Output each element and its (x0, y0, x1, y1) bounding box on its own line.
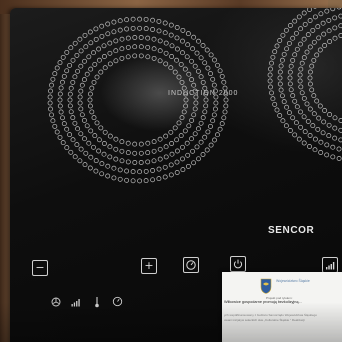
timer-indicator-icon (112, 296, 123, 310)
leaflet-text-line-1: ych współfinansowany z budżetu Samorządu… (224, 313, 317, 317)
temperature-indicator-icon (93, 296, 101, 311)
timer-icon (186, 260, 196, 270)
fan-indicator-icon (51, 297, 61, 310)
coat-of-arms-icon (260, 278, 272, 294)
plus-button[interactable]: + (141, 258, 157, 274)
leaflet-heading: Wiłkowice gospodarne promują bezkolizyjn… (224, 300, 302, 304)
promotional-leaflet: Województwo Śląskie Projekt pod tytułem:… (222, 272, 342, 342)
leaflet-text-line-2: owani inicjatyw sołeckich skie „Kultural… (224, 318, 305, 322)
region-caption: Województwo Śląskie (276, 279, 310, 283)
power-level-button[interactable] (322, 257, 338, 273)
power-level-indicator-icon (71, 297, 81, 310)
power-button[interactable] (230, 256, 246, 272)
model-label: INDUCTION 2000 (168, 90, 239, 97)
right-cooking-zone-rings (267, 8, 342, 161)
main-cooking-zone-rings (47, 16, 229, 184)
brand-logo: SENCOR (268, 225, 315, 236)
power-icon (233, 259, 243, 269)
timer-button[interactable] (183, 257, 199, 273)
power-level-icon (326, 262, 335, 270)
photo-scene: INDUCTION 2000 SENCOR − + Województwo Śl… (0, 0, 342, 342)
minus-button[interactable]: − (32, 260, 48, 276)
